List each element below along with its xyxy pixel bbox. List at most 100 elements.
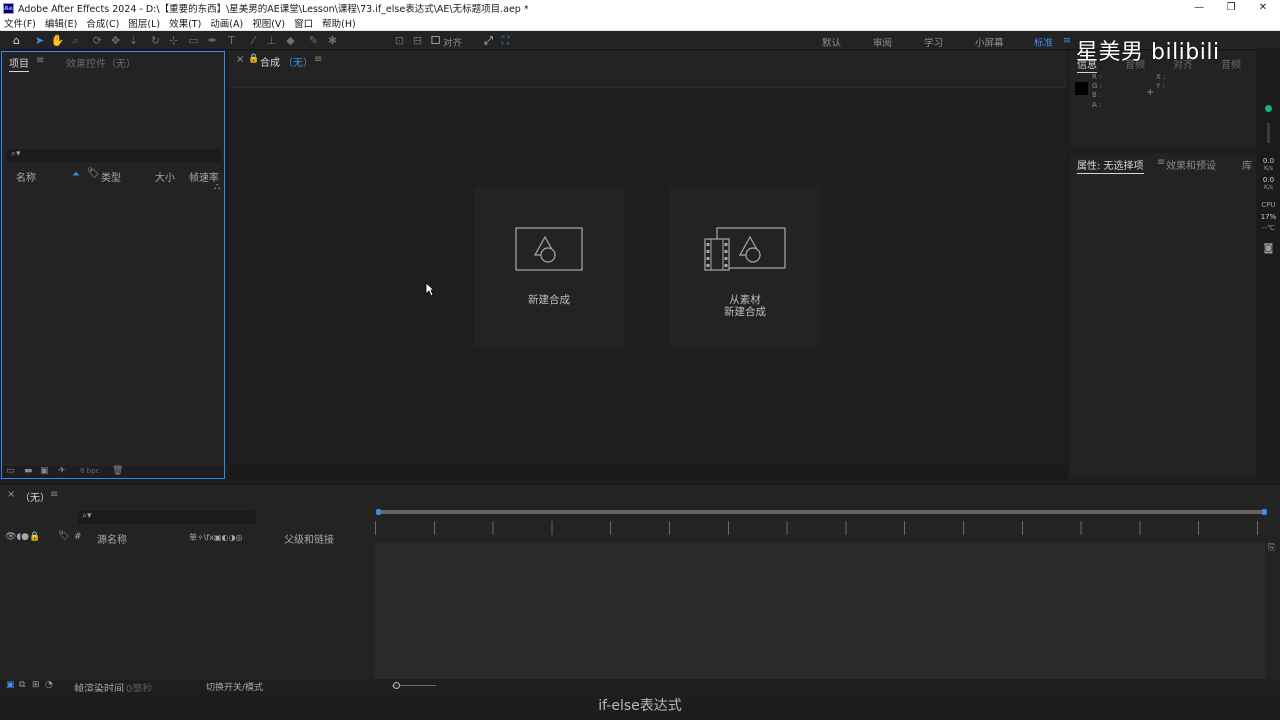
tab-composition[interactable]: 合成	[260, 54, 280, 69]
snap-grid-icon[interactable]: ⛶	[498, 33, 513, 48]
new-comp-from-footage-card[interactable]: 从素材 新建合成	[670, 186, 820, 346]
render-queue-icon[interactable]: ✈	[58, 466, 66, 476]
close-comp-tab-icon[interactable]: ×	[236, 54, 244, 65]
tab-audio-2[interactable]: 音频	[1221, 56, 1241, 71]
hand-tool-icon[interactable]: ✋	[50, 33, 65, 48]
column-type[interactable]: 类型	[101, 169, 121, 184]
brush-tool-icon[interactable]: ⁄	[246, 33, 261, 48]
menu-window[interactable]: 窗口	[294, 16, 313, 30]
flowchart-icon[interactable]: ⛬	[214, 182, 220, 192]
new-composition-label: 新建合成	[528, 294, 570, 306]
rotation-tool-icon[interactable]: ↻	[148, 33, 163, 48]
composition-footer-bar	[229, 465, 1067, 479]
rectangle-tool-icon[interactable]: ▭	[186, 33, 201, 48]
interpret-footage-icon[interactable]: ▭	[6, 466, 15, 476]
puppet-tool-icon[interactable]: ✱	[325, 33, 340, 48]
clone-stamp-icon[interactable]: ⊥	[264, 33, 279, 48]
sort-arrow-icon[interactable]: ⏶	[72, 169, 80, 180]
download-rate: 0.0	[1262, 176, 1275, 184]
project-footer: ▭ ▬ ▣ ✈ 8 bpc 🗑	[2, 466, 224, 478]
info-r: R :	[1092, 73, 1102, 81]
tab-properties[interactable]: 属性: 无选择项	[1077, 157, 1144, 174]
label-icon[interactable]: 🏷	[58, 531, 69, 541]
comp-flowchart-icon[interactable]: ⎘	[1268, 543, 1275, 553]
menu-composition[interactable]: 合成(C)	[86, 16, 119, 30]
lock-icon[interactable]: 🔒	[248, 54, 259, 64]
menu-animation[interactable]: 动画(A)	[210, 16, 243, 30]
close-window-button[interactable]: ✕	[1246, 0, 1280, 16]
project-panel-menu-icon[interactable]: ≡	[36, 55, 44, 66]
toggle-in-out-icon[interactable]: ⊞	[32, 680, 40, 690]
type-tool-icon[interactable]: T	[224, 33, 239, 48]
delete-icon[interactable]: 🗑	[112, 466, 123, 476]
workspace-review[interactable]: 审阅	[873, 35, 892, 49]
properties-menu-icon[interactable]: ≡	[1157, 157, 1165, 168]
zoom-tool-icon[interactable]: ⌕	[68, 33, 83, 48]
timeline-menu-icon[interactable]: ≡	[50, 489, 58, 500]
anchor-tool-icon[interactable]: ⊹	[166, 33, 181, 48]
info-b: B :	[1092, 91, 1102, 99]
local-axis-icon[interactable]: ⊡	[392, 33, 407, 48]
title-bar: Ae Adobe After Effects 2024 - D:\【重要的东西】…	[0, 0, 1280, 16]
tab-effects-presets[interactable]: 效果和预设	[1166, 157, 1216, 172]
menu-view[interactable]: 视图(V)	[252, 16, 285, 30]
home-icon[interactable]: ⌂	[9, 33, 24, 48]
parent-link-header[interactable]: 父级和链接	[284, 531, 334, 546]
comp-panel-menu-icon[interactable]: ≡	[314, 54, 322, 65]
new-comp-icon[interactable]: ▣	[40, 466, 49, 476]
menu-effect[interactable]: 效果(T)	[169, 16, 201, 30]
tab-project[interactable]: 项目	[9, 55, 29, 72]
toggle-modes-icon[interactable]: ⧉	[19, 680, 25, 690]
camera-icon[interactable]: ◙	[1257, 243, 1280, 254]
layer-switches-icon[interactable]: 单✧\fx▣◐◑◎	[189, 532, 242, 543]
time-ruler[interactable]	[375, 521, 1265, 535]
snapping-checkbox-icon[interactable]: ☐	[428, 33, 443, 48]
layer-number-header[interactable]: #	[74, 532, 82, 542]
tab-library[interactable]: 库	[1242, 157, 1252, 172]
dolly-camera-icon[interactable]: ⇣	[126, 33, 141, 48]
work-area-start-handle[interactable]	[376, 509, 381, 515]
performance-monitor: 0.0 K/s 0.0 K/s CPU 17% --℃ ◙	[1257, 51, 1280, 479]
new-composition-card[interactable]: 新建合成	[474, 186, 624, 346]
pan-camera-icon[interactable]: ✥	[108, 33, 123, 48]
label-tag-icon[interactable]: 🏷	[87, 168, 100, 179]
tab-timeline-none[interactable]: （无）	[20, 489, 50, 504]
info-a: A :	[1092, 101, 1102, 109]
column-name[interactable]: 名称	[16, 169, 36, 184]
toggle-switches-icon[interactable]: ▣	[6, 680, 15, 690]
minimize-button[interactable]: —	[1182, 0, 1216, 16]
bit-depth-label[interactable]: 8 bpc	[80, 467, 99, 475]
column-size[interactable]: 大小	[155, 169, 175, 184]
roto-brush-icon[interactable]: ✎	[306, 33, 321, 48]
workspace-small-screen[interactable]: 小屏幕	[975, 35, 1004, 49]
toggle-render-time-icon[interactable]: ◔	[45, 680, 53, 690]
menu-edit[interactable]: 编辑(E)	[45, 16, 77, 30]
pen-tool-icon[interactable]: ✒	[205, 33, 220, 48]
selection-tool-icon[interactable]: ➤	[32, 33, 47, 48]
zoom-slider-handle[interactable]	[393, 682, 400, 689]
timeline-search-input[interactable]: ⌕▾	[78, 511, 256, 524]
close-timeline-icon[interactable]: ×	[7, 489, 15, 500]
menu-help[interactable]: 帮助(H)	[322, 16, 356, 30]
new-folder-icon[interactable]: ▬	[24, 466, 33, 476]
orbit-camera-icon[interactable]: ⟳	[90, 33, 105, 48]
av-switches-icon[interactable]: 👁◖●🔒	[5, 532, 40, 542]
menu-layer[interactable]: 图层(L)	[128, 16, 160, 30]
workspace-learn[interactable]: 学习	[924, 35, 943, 49]
workspace-standard[interactable]: 标准	[1034, 35, 1053, 49]
menu-file[interactable]: 文件(F)	[4, 16, 36, 30]
source-name-header[interactable]: 源名称	[97, 531, 127, 546]
eraser-tool-icon[interactable]: ◆	[283, 33, 298, 48]
layer-track-area[interactable]	[375, 542, 1265, 680]
tab-composition-name[interactable]: （无）	[283, 54, 313, 69]
workspace-default[interactable]: 默认	[822, 35, 841, 49]
world-axis-icon[interactable]: ⊟	[410, 33, 425, 48]
video-subtitle: if-else表达式	[0, 692, 1280, 720]
snap-options-icon[interactable]: ⤢	[481, 33, 496, 48]
restore-button[interactable]: ❐	[1214, 0, 1248, 16]
tab-effect-controls[interactable]: 效果控件（无）	[66, 55, 136, 70]
work-area-bar[interactable]	[378, 510, 1264, 514]
workspace-menu-icon[interactable]: ≡	[1063, 35, 1071, 46]
work-area-end-handle[interactable]	[1262, 509, 1267, 515]
project-search-input[interactable]: ⌕▾	[7, 149, 221, 162]
